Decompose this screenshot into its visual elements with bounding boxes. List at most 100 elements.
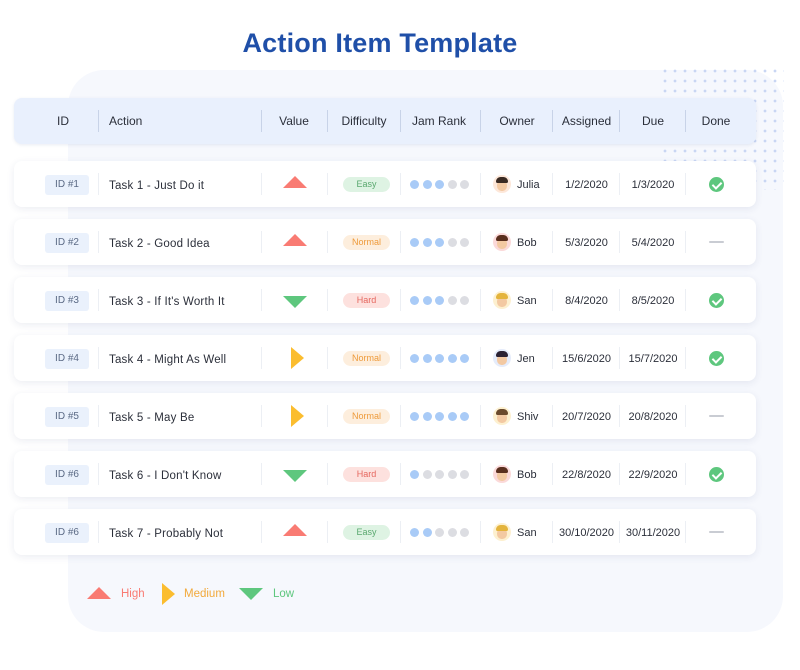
table-row: ID #3 Task 3 - If It's Worth It Hard San 8/… bbox=[14, 277, 756, 323]
due-date: 8/5/2020 bbox=[631, 295, 675, 307]
medium-value-icon bbox=[291, 347, 304, 369]
rank-dot bbox=[460, 528, 469, 537]
rank-dot bbox=[422, 238, 432, 247]
rank-dot bbox=[447, 412, 457, 421]
row-divider bbox=[98, 231, 99, 253]
id-badge: ID #6 bbox=[45, 465, 89, 485]
high-value-icon bbox=[283, 234, 307, 246]
row-divider bbox=[400, 289, 401, 311]
id-badge: ID #6 bbox=[45, 523, 89, 543]
jam-rank-dots bbox=[410, 296, 473, 305]
page-title: Action Item Template bbox=[242, 28, 518, 58]
avatar-hair bbox=[496, 235, 508, 241]
due-date: 20/8/2020 bbox=[628, 411, 678, 423]
header-divider bbox=[98, 110, 99, 132]
row-divider bbox=[327, 521, 328, 543]
row-divider bbox=[327, 347, 328, 369]
table-row: ID #5 Task 5 - May Be Normal Shiv 20/7/2020… bbox=[14, 393, 756, 439]
legend-low-label: Low bbox=[273, 588, 295, 600]
rank-dot bbox=[422, 296, 432, 305]
assigned-date: 15/6/2020 bbox=[562, 353, 611, 365]
not-done-dash-icon[interactable] bbox=[709, 531, 724, 533]
header-difficulty: Difficulty bbox=[341, 114, 387, 128]
id-badge: ID #3 bbox=[45, 291, 89, 311]
jam-rank-dots bbox=[410, 528, 473, 537]
avatar-bob-icon bbox=[493, 233, 511, 251]
id-badge: ID #4 bbox=[45, 349, 89, 369]
rank-dot bbox=[435, 238, 444, 247]
assigned-date: 5/3/2020 bbox=[565, 237, 608, 249]
rank-dot bbox=[447, 470, 457, 479]
action-label: Task 1 - Just Do it bbox=[109, 180, 205, 192]
rank-dot bbox=[422, 180, 432, 189]
id-badge: ID #2 bbox=[45, 233, 89, 253]
avatar-san-icon bbox=[493, 291, 511, 309]
header-jam-rank: Jam Rank bbox=[411, 114, 467, 128]
done-check-icon[interactable] bbox=[709, 351, 724, 366]
row-divider bbox=[327, 405, 328, 427]
medium-value-icon bbox=[291, 405, 304, 427]
table-header: ID Action Value Difficulty Jam Rank Owne… bbox=[14, 98, 756, 144]
row-divider bbox=[400, 463, 401, 485]
assigned-date: 22/8/2020 bbox=[562, 469, 611, 481]
rank-dot bbox=[410, 238, 419, 247]
done-check-icon[interactable] bbox=[709, 467, 724, 482]
header-value: Value bbox=[279, 114, 309, 128]
row-divider bbox=[480, 405, 481, 427]
done-check-icon[interactable] bbox=[709, 293, 724, 308]
due-date: 5/4/2020 bbox=[631, 237, 675, 249]
avatar-hair bbox=[496, 351, 508, 357]
rank-dot bbox=[460, 354, 469, 363]
value-legend: High Medium Low bbox=[0, 582, 800, 606]
rank-dot bbox=[435, 296, 444, 305]
table-row: ID #2 Task 2 - Good Idea Normal Bob 5/3/202… bbox=[14, 219, 756, 265]
row-divider bbox=[98, 173, 99, 195]
high-value-icon bbox=[283, 176, 307, 188]
avatar-julia-icon bbox=[493, 175, 511, 193]
due-date: 22/9/2020 bbox=[628, 469, 678, 481]
action-label: Task 3 - If It's Worth It bbox=[109, 296, 225, 308]
row-divider bbox=[327, 231, 328, 253]
row-divider bbox=[400, 231, 401, 253]
difficulty-badge: Normal bbox=[343, 409, 390, 424]
action-label: Task 2 - Good Idea bbox=[109, 238, 210, 250]
rank-dot bbox=[447, 528, 457, 537]
rank-dot bbox=[435, 180, 444, 189]
rank-dot bbox=[447, 238, 457, 247]
done-check-icon[interactable] bbox=[709, 177, 724, 192]
rank-dot bbox=[460, 470, 469, 479]
row-divider bbox=[480, 347, 481, 369]
not-done-dash-icon[interactable] bbox=[709, 415, 724, 417]
low-value-icon bbox=[283, 296, 307, 308]
jam-rank-dots bbox=[410, 470, 473, 479]
header-assigned: Assigned bbox=[561, 114, 612, 128]
header-owner: Owner bbox=[499, 114, 535, 128]
rank-dot bbox=[410, 354, 419, 363]
owner-name: Bob bbox=[517, 237, 537, 249]
owner-name: San bbox=[517, 527, 537, 539]
avatar-san-icon bbox=[493, 523, 511, 541]
table-row: ID #6 Task 6 - I Don't Know Hard Bob 22/8/2… bbox=[14, 451, 756, 497]
avatar-jen-icon bbox=[493, 349, 511, 367]
rank-dot bbox=[460, 296, 469, 305]
legend-medium-label: Medium bbox=[184, 588, 225, 600]
legend-high-label: High bbox=[121, 588, 145, 600]
id-badge: ID #5 bbox=[45, 407, 89, 427]
rank-dot bbox=[422, 412, 432, 421]
row-divider bbox=[400, 173, 401, 195]
rank-dot bbox=[460, 412, 469, 421]
action-label: Task 6 - I Don't Know bbox=[109, 470, 222, 482]
rank-dot bbox=[422, 528, 432, 537]
owner-name: San bbox=[517, 295, 537, 307]
avatar-hair bbox=[496, 525, 508, 531]
action-label: Task 7 - Probably Not bbox=[109, 528, 224, 540]
avatar-bob-icon bbox=[493, 465, 511, 483]
difficulty-badge: Hard bbox=[343, 293, 390, 308]
avatar-hair bbox=[496, 293, 508, 299]
rank-dot bbox=[410, 296, 419, 305]
owner-name: Shiv bbox=[517, 411, 539, 423]
jam-rank-dots bbox=[410, 412, 473, 421]
row-divider bbox=[261, 173, 262, 195]
not-done-dash-icon[interactable] bbox=[709, 241, 724, 243]
assigned-date: 1/2/2020 bbox=[565, 179, 608, 191]
